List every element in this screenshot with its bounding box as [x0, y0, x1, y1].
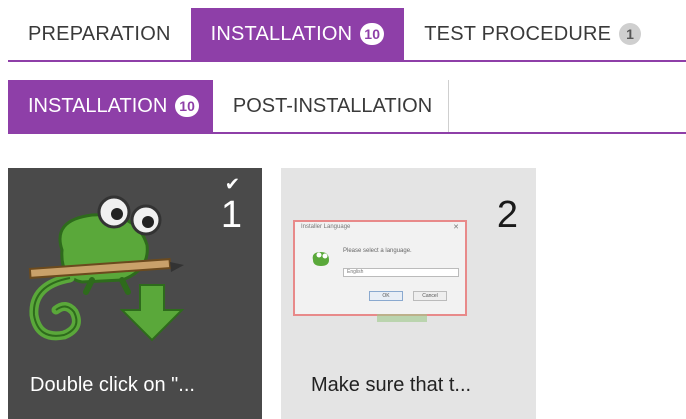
step-card-2[interactable]: 2 Installer Language ✕ Please select a l…: [281, 168, 536, 419]
tab-installation[interactable]: INSTALLATION 10: [190, 8, 405, 60]
ok-button: OK: [369, 291, 403, 301]
language-select: English: [343, 268, 459, 277]
step-card-1[interactable]: ✔ 1 Double click on "...: [8, 168, 262, 419]
step-caption: Make sure that t...: [311, 374, 472, 396]
check-icon: ✔: [224, 174, 240, 194]
tab-preparation[interactable]: PREPARATION: [8, 8, 191, 60]
sub-tab-bar: INSTALLATION 10 POST-INSTALLATION: [8, 80, 686, 134]
tab-installation-count-badge: 10: [360, 23, 385, 45]
chameleon-icon: [312, 252, 329, 266]
subtab-installation[interactable]: INSTALLATION 10: [8, 80, 213, 132]
thumbnail-background-art: [377, 314, 427, 322]
subtab-post-installation[interactable]: POST-INSTALLATION: [213, 80, 450, 132]
step-number: 2: [496, 194, 518, 236]
close-icon: ✕: [453, 224, 459, 231]
tab-test-procedure-count-badge: 1: [619, 23, 642, 45]
tab-test-procedure-label: TEST PROCEDURE: [424, 22, 612, 45]
tab-test-procedure[interactable]: TEST PROCEDURE 1: [404, 8, 661, 60]
tab-installation-label: INSTALLATION: [210, 22, 353, 45]
tab-preparation-label: PREPARATION: [28, 22, 171, 45]
dialog-title: Installer Language: [301, 224, 351, 230]
installer-language-dialog-thumbnail: Installer Language ✕ Please select a lan…: [293, 220, 467, 316]
subtab-post-installation-label: POST-INSTALLATION: [232, 94, 433, 117]
chameleon-install-icon: [28, 195, 185, 342]
dialog-message: Please select a language.: [343, 248, 412, 254]
step-number: 1: [220, 194, 242, 236]
cancel-button: Cancel: [413, 291, 447, 301]
subtab-installation-label: INSTALLATION: [28, 94, 168, 117]
step-caption: Double click on "...: [30, 374, 195, 396]
main-tab-bar: PREPARATION INSTALLATION 10 TEST PROCEDU…: [8, 8, 686, 62]
subtab-installation-count-badge: 10: [175, 95, 199, 117]
